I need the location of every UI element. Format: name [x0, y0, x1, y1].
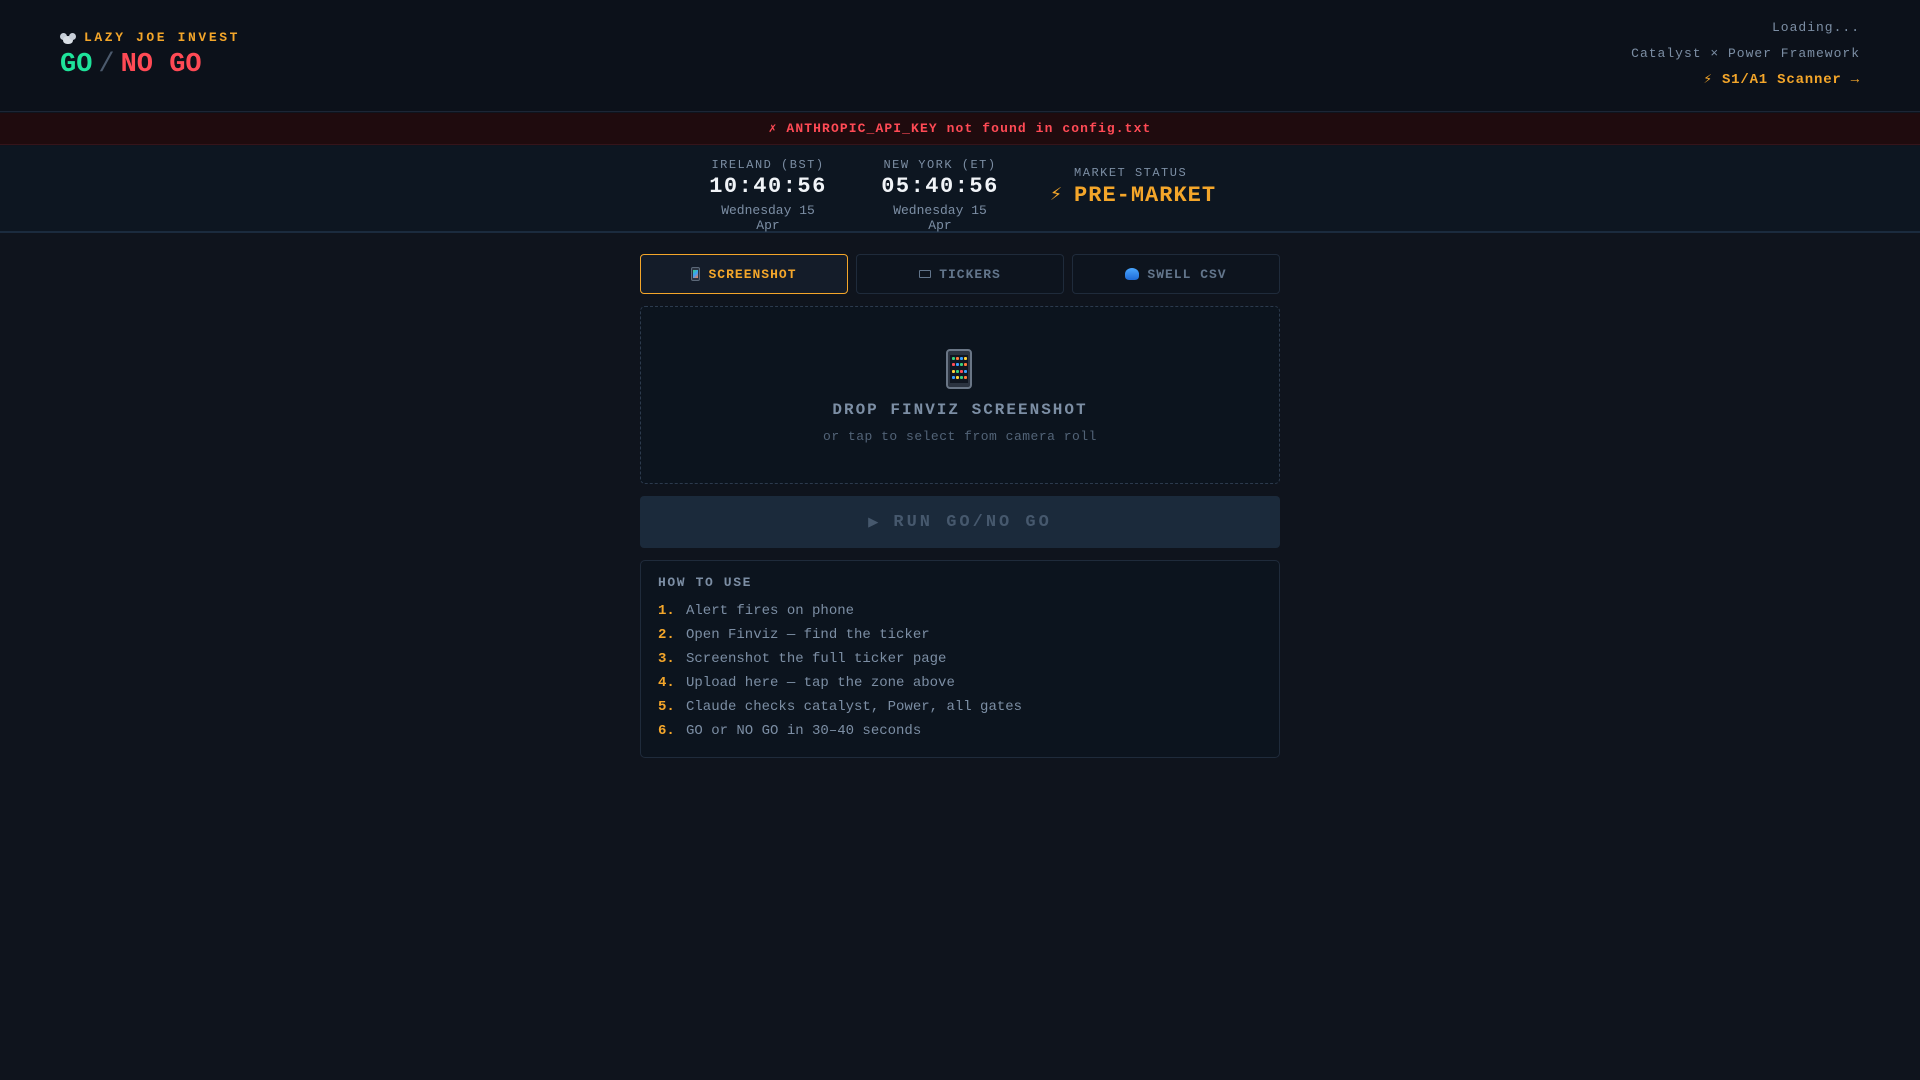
- title-separator: /: [98, 50, 115, 80]
- tab-tickers[interactable]: TICKERS: [856, 254, 1064, 294]
- keyboard-icon: [919, 270, 932, 278]
- main-panel: SCREENSHOT TICKERS SWELL CSV DROP FINVIZ…: [640, 254, 1280, 758]
- clock-new-york: NEW YORK (ET) 05:40:56 Wednesday 15 Apr: [878, 158, 1002, 233]
- error-message: ✗ ANTHROPIC_API_KEY not found in config.…: [768, 121, 1152, 136]
- clock-new-york-time: 05:40:56: [881, 174, 999, 199]
- loading-status: Loading...: [1771, 20, 1860, 35]
- clock-new-york-label: NEW YORK (ET): [883, 158, 997, 172]
- title-nogo: NO GO: [120, 50, 202, 80]
- step-text: Open Finviz — find the ticker: [686, 627, 930, 643]
- tab-tickers-label: TICKERS: [939, 266, 1001, 282]
- step-text: GO or NO GO in 30–40 seconds: [686, 723, 922, 739]
- step-text: Alert fires on phone: [686, 603, 855, 619]
- step-text: Upload here — tap the zone above: [686, 675, 955, 691]
- step-text: Claude checks catalyst, Power, all gates: [686, 699, 1023, 715]
- clock-ireland: IRELAND (BST) 10:40:56 Wednesday 15 Apr: [706, 158, 830, 233]
- screenshot-dropzone[interactable]: DROP FINVIZ SCREENSHOT or tap to select …: [640, 306, 1280, 484]
- step-number: 3.: [658, 651, 675, 667]
- app-header: LAZY JOE INVEST GO / NO GO Loading... Ca…: [0, 0, 1920, 112]
- dropzone-title: DROP FINVIZ SCREENSHOT: [832, 401, 1088, 419]
- list-item: 2. Open Finviz — find the ticker: [658, 623, 1262, 647]
- play-icon: ▶: [868, 513, 882, 533]
- clock-bar: IRELAND (BST) 10:40:56 Wednesday 15 Apr …: [0, 146, 1920, 233]
- brand-name: LAZY JOE INVEST: [84, 30, 241, 45]
- input-tabs: SCREENSHOT TICKERS SWELL CSV: [640, 254, 1280, 294]
- list-item: 3. Screenshot the full ticker page: [658, 647, 1262, 671]
- list-item: 6. GO or NO GO in 30–40 seconds: [658, 719, 1262, 743]
- title-go: GO: [60, 50, 93, 80]
- clock-ireland-date: Wednesday 15 Apr: [721, 203, 815, 233]
- dropzone-subtitle: or tap to select from camera roll: [823, 429, 1097, 444]
- clock-ireland-time: 10:40:56: [709, 174, 827, 199]
- header-right: Loading... Catalyst × Power Framework ⚡ …: [1631, 20, 1860, 88]
- tab-screenshot[interactable]: SCREENSHOT: [640, 254, 848, 294]
- market-status-label: MARKET STATUS: [1074, 166, 1188, 180]
- run-button-label: RUN GO/NO GO: [893, 512, 1052, 532]
- step-number: 1.: [658, 603, 675, 619]
- step-text: Screenshot the full ticker page: [686, 651, 947, 667]
- mouse-face-icon: [60, 32, 76, 44]
- step-number: 4.: [658, 675, 675, 691]
- step-number: 6.: [658, 723, 675, 739]
- list-item: 4. Upload here — tap the zone above: [658, 671, 1262, 695]
- market-status-value: PRE-MARKET: [1074, 183, 1217, 208]
- market-status: ⚡ MARKET STATUS PRE-MARKET: [1050, 166, 1216, 208]
- brand: LAZY JOE INVEST: [60, 30, 240, 45]
- scanner-link[interactable]: ⚡ S1/A1 Scanner →: [1631, 71, 1860, 88]
- tab-swell-csv-label: SWELL CSV: [1147, 266, 1227, 282]
- framework-label: Catalyst × Power Framework: [1631, 46, 1860, 61]
- error-banner: ✗ ANTHROPIC_API_KEY not found in config.…: [0, 113, 1920, 145]
- how-to-use-panel: HOW TO USE 1. Alert fires on phone 2. Op…: [640, 560, 1280, 758]
- how-to-use-title: HOW TO USE: [658, 575, 753, 590]
- list-item: 1. Alert fires on phone: [658, 599, 1262, 623]
- run-go-no-go-button[interactable]: ▶ RUN GO/NO GO: [640, 496, 1280, 548]
- step-number: 5.: [658, 699, 675, 715]
- phone-icon: [691, 267, 701, 281]
- list-item: 5. Claude checks catalyst, Power, all ga…: [658, 695, 1262, 719]
- step-number: 2.: [658, 627, 675, 643]
- phone-icon: [946, 349, 972, 389]
- lightning-icon: ⚡: [1050, 184, 1063, 207]
- clock-ireland-label: IRELAND (BST): [711, 158, 825, 172]
- wave-icon: [1125, 268, 1140, 280]
- tab-swell-csv[interactable]: SWELL CSV: [1072, 254, 1280, 294]
- page-title: GO / NO GO: [60, 50, 202, 80]
- clock-new-york-date: Wednesday 15 Apr: [893, 203, 987, 233]
- tab-screenshot-label: SCREENSHOT: [708, 266, 797, 282]
